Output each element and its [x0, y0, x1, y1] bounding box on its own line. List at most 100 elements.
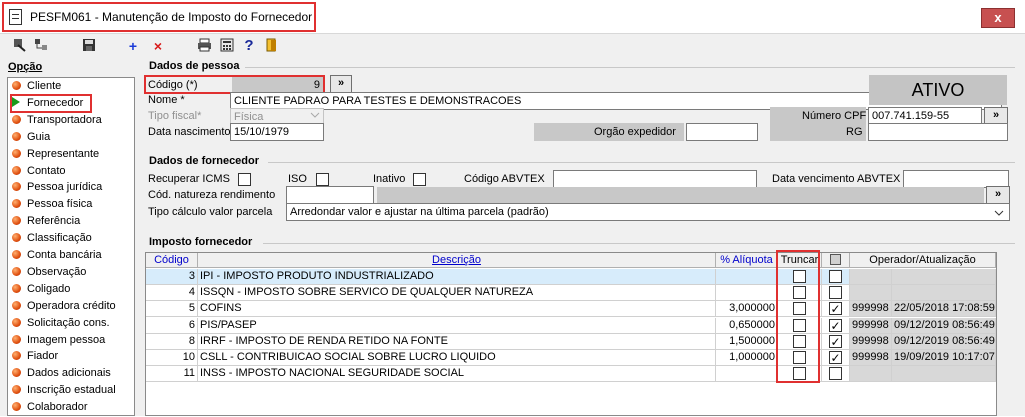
header-checkbox-icon: [830, 254, 841, 265]
sidebar-item-label: Dados adicionais: [27, 367, 111, 380]
sidebar-item[interactable]: Referência: [12, 215, 80, 231]
sidebar-item[interactable]: Transportadora: [12, 114, 102, 130]
table-row[interactable]: 5COFINS3,000000 99999822/05/2018 17:08:59: [146, 301, 996, 318]
header-operador[interactable]: Operador/Atualização: [850, 253, 996, 268]
cell-codigo: 8: [146, 333, 198, 350]
delete-icon[interactable]: ×: [150, 38, 166, 54]
row-checkbox[interactable]: [829, 334, 842, 348]
imposto-table[interactable]: Código Descrição % Alíquota Truncar Oper…: [145, 252, 997, 416]
vertical-scrollbar[interactable]: [1016, 59, 1025, 416]
table-row[interactable]: 4 ISSQN - IMPOSTO SOBRE SERVICO DE QUALQU…: [146, 285, 996, 302]
close-button[interactable]: x: [981, 8, 1015, 28]
sidebar-item[interactable]: Dados adicionais: [12, 367, 111, 383]
cell-codigo: 10: [146, 350, 198, 366]
sidebar-item[interactable]: Pessoa física: [12, 198, 92, 214]
table-row[interactable]: 11 INSS - IMPOSTO NACIONAL SEGURIDADE SOC…: [146, 366, 996, 383]
row-checkbox[interactable]: [829, 302, 842, 316]
option-title: Opção: [8, 61, 43, 73]
sidebar-item[interactable]: Conta bancária: [12, 249, 102, 265]
sidebar-item[interactable]: Fiador: [12, 350, 58, 366]
sidebar-item[interactable]: Classificação: [12, 232, 92, 248]
iso-checkbox[interactable]: [316, 173, 329, 186]
save-icon[interactable]: [81, 38, 97, 54]
sidebar-item[interactable]: Operadora crédito: [12, 300, 116, 316]
cell-aliquota[interactable]: 0,650000: [716, 317, 778, 334]
sidebar-item-label: Pessoa física: [27, 198, 93, 211]
header-descricao[interactable]: Descrição: [198, 253, 716, 268]
calculator-icon[interactable]: [219, 38, 235, 54]
bullet-icon: [12, 283, 21, 293]
cell-atualizacao: 22/05/2018 17:08:59: [892, 301, 996, 318]
row-checkbox[interactable]: [829, 286, 842, 300]
exit-icon[interactable]: [264, 38, 280, 54]
table-row[interactable]: 8 IRRF - IMPOSTO DE RENDA RETIDO NA FONTE…: [146, 333, 996, 350]
cell-operador: 999998: [850, 301, 892, 318]
sidebar-item[interactable]: Guia: [12, 131, 50, 147]
title-highlight: [2, 2, 316, 32]
icms-checkbox[interactable]: [238, 173, 251, 186]
chevron-down-icon: [310, 110, 320, 120]
sidebar-item[interactable]: Representante: [12, 148, 99, 164]
row-checkbox[interactable]: [829, 318, 842, 332]
sidebar-item[interactable]: Pessoa jurídica: [12, 181, 102, 197]
data-nascimento-field[interactable]: 15/10/1979: [230, 123, 324, 141]
cell-check: [822, 350, 850, 366]
row-checkbox[interactable]: [829, 270, 842, 283]
cell-aliquota[interactable]: 1,000000: [716, 350, 778, 366]
table-row[interactable]: 6PIS/PASEP0,650000 99999809/12/2019 08:56…: [146, 317, 996, 334]
pessoa-separator: [245, 67, 1015, 68]
row-checkbox[interactable]: [829, 351, 842, 364]
cell-aliquota[interactable]: [716, 285, 778, 302]
table-row[interactable]: 10 CSLL - CONTRIBUICAO SOCIAL SOBRE LUCRO…: [146, 350, 996, 366]
sidebar-item-label: Referência: [27, 215, 81, 228]
sidebar-item[interactable]: Imagem pessoa: [12, 334, 105, 350]
cell-atualizacao: [892, 269, 996, 285]
sidebar-item-label: Fiador: [27, 350, 59, 363]
sidebar-item[interactable]: Solicitação cons.: [12, 317, 110, 333]
print-icon[interactable]: [196, 38, 212, 54]
option-list[interactable]: Cliente Fornecedor Transportadora Guia Repre…: [7, 77, 135, 416]
rg-field[interactable]: [868, 123, 1008, 141]
sidebar-item[interactable]: Colaborador: [12, 401, 88, 417]
orgao-field[interactable]: [686, 123, 758, 141]
codigo-lookup-button[interactable]: »: [330, 75, 352, 93]
iso-label: ISO: [288, 173, 307, 185]
fornecedor-separator: [268, 162, 1015, 163]
arrow-back-icon[interactable]: [12, 38, 28, 54]
natureza-lookup-button[interactable]: »: [986, 186, 1010, 204]
bullet-icon: [12, 131, 21, 141]
cell-check: [822, 269, 850, 285]
sidebar-item-label: Transportadora: [27, 113, 102, 126]
add-icon[interactable]: +: [125, 38, 141, 54]
tree-icon[interactable]: [33, 38, 49, 54]
cell-aliquota[interactable]: [716, 366, 778, 383]
table-row[interactable]: 3 IPI - IMPOSTO PRODUTO INDUSTRIALIZADO: [146, 269, 996, 285]
header-codigo[interactable]: Código: [146, 253, 198, 268]
cell-aliquota[interactable]: 1,500000: [716, 333, 778, 350]
abvtex-code-label: Código ABVTEX: [464, 173, 545, 185]
header-check-column[interactable]: [822, 253, 850, 268]
sidebar-item[interactable]: Inscrição estadual: [12, 384, 116, 400]
bullet-icon: [12, 300, 21, 310]
natureza-field[interactable]: [286, 186, 374, 204]
cell-codigo: 11: [146, 366, 198, 383]
sidebar-item[interactable]: Contato: [12, 165, 66, 181]
header-aliquota[interactable]: % Alíquota: [716, 253, 778, 268]
cell-operador: 999998: [850, 350, 892, 366]
pessoa-section-title: Dados de pessoa: [149, 60, 240, 72]
cell-codigo: 5: [146, 301, 198, 318]
row-checkbox[interactable]: [829, 367, 842, 381]
inativo-checkbox[interactable]: [413, 173, 426, 186]
selected-option-highlight: [10, 94, 92, 113]
cell-atualizacao: [892, 285, 996, 302]
cell-aliquota[interactable]: 3,000000: [716, 301, 778, 318]
bullet-icon: [12, 402, 21, 412]
help-icon[interactable]: ?: [241, 38, 257, 54]
abvtex-code-field[interactable]: [553, 170, 757, 188]
tipo-calc-select[interactable]: Arredondar valor e ajustar na última par…: [286, 203, 1010, 221]
cell-descricao: CSLL - CONTRIBUICAO SOCIAL SOBRE LUCRO L…: [198, 350, 716, 366]
sidebar-item[interactable]: Coligado: [12, 283, 70, 299]
imposto-separator: [263, 243, 1015, 244]
sidebar-item[interactable]: Observação: [12, 266, 86, 282]
cell-aliquota[interactable]: [716, 269, 778, 285]
